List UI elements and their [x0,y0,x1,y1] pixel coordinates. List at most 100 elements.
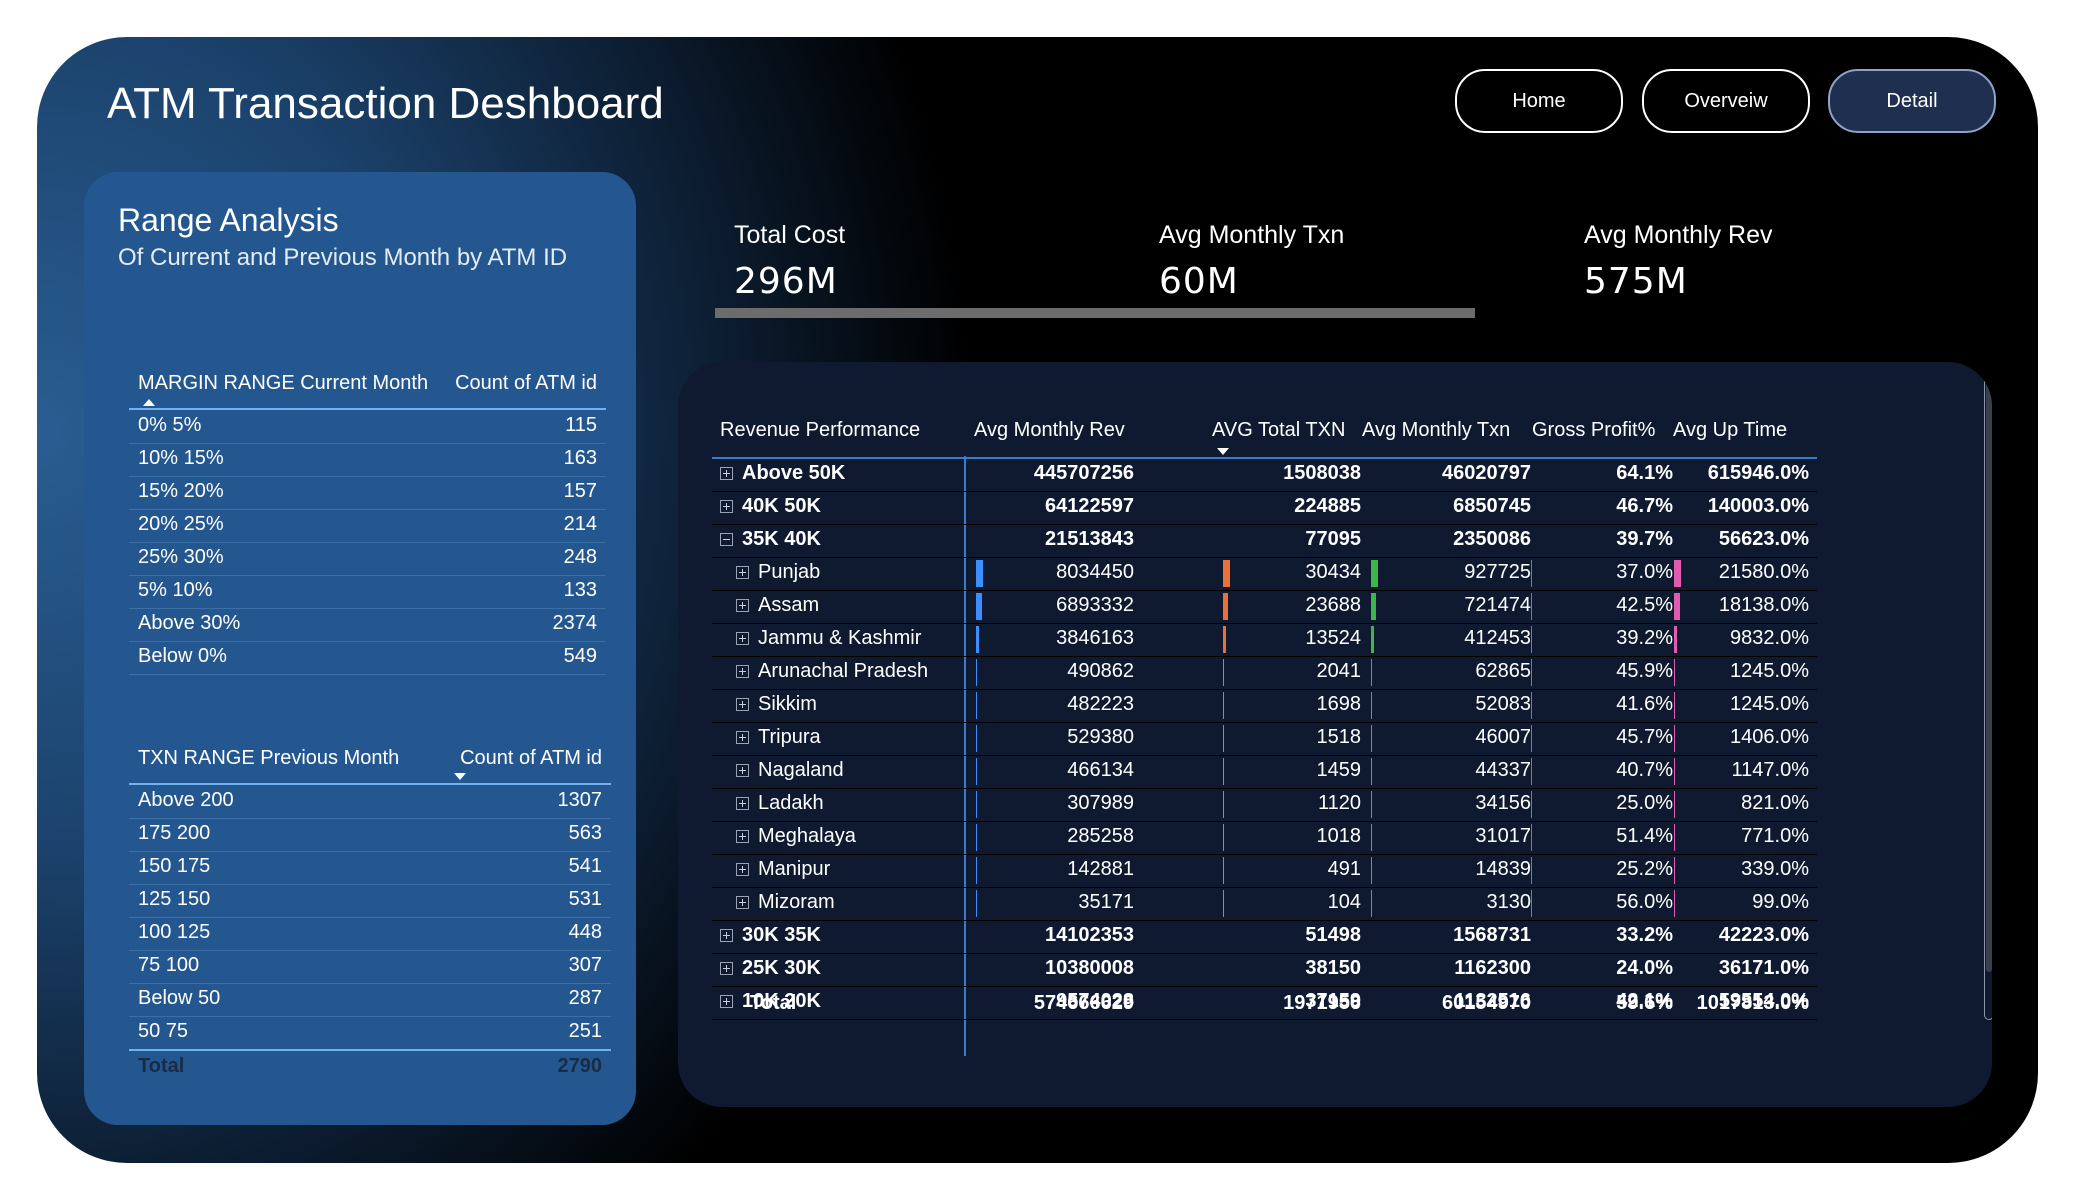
table-row[interactable]: 175 200 563 [129,818,611,852]
expand-icon[interactable] [736,896,749,909]
cell-avg-up-time: 99.0% [1752,891,1809,913]
matrix-group-row[interactable]: 30K 35K 14102353 51498 1568731 33.2% 42223.0% [712,920,1817,954]
row-label: 35K 40K [742,528,821,550]
table-row[interactable]: 5% 10% 133 [129,575,606,609]
matrix-child-row[interactable]: Mizoram 35171 104 3130 56.0% 99.0% [712,887,1817,921]
col-avg-total-txn[interactable]: AVG Total TXN [1212,419,1345,442]
expand-icon[interactable] [736,599,749,612]
matrix-group-row[interactable]: 35K 40K 21513843 77095 2350086 39.7% 56623.0% [712,524,1817,558]
data-bar [1531,593,1532,620]
matrix-child-row[interactable]: Arunachal Pradesh 490862 2041 62865 45.9% 124… [712,656,1817,690]
overview-button[interactable]: Overveiw [1642,69,1810,133]
table-row[interactable]: Below 50 287 [129,983,611,1017]
expand-icon[interactable] [720,500,733,513]
row-label: Manipur [758,858,831,880]
txn-col-header[interactable]: TXN RANGE Previous Month [138,747,399,770]
matrix-group-row[interactable]: 10K 20K 9574028 37159 1132516 42.1% 59554.0% [712,986,1817,1020]
table-row[interactable]: 20% 25% 214 [129,509,606,543]
matrix-scrollbar-thumb[interactable] [1986,382,1992,972]
col-gross-profit[interactable]: Gross Profit% [1532,419,1655,442]
row-label: Punjab [758,561,821,583]
matrix-child-row[interactable]: Jammu & Kashmir 3846163 13524 412453 39.2% 98… [712,623,1817,657]
expand-icon[interactable] [736,698,749,711]
table-row[interactable]: 0% 5% 115 [129,410,606,444]
expand-icon[interactable] [736,665,749,678]
table-row[interactable]: 75 100 307 [129,950,611,984]
margin-table-header: MARGIN RANGE Current Month Count of ATM … [129,364,606,410]
matrix-group-row[interactable]: 25K 30K 10380008 38150 1162300 24.0% 36171.0% [712,953,1817,987]
data-bar [1223,758,1224,785]
sort-ascending-icon [143,399,155,406]
txn-count-header[interactable]: Count of ATM id [460,747,602,770]
row-label: 25K 30K [742,957,821,979]
table-row[interactable]: 150 175 541 [129,851,611,885]
total-count: 2790 [557,1055,603,1077]
data-bar [1674,824,1675,851]
range-label: 100 125 [138,921,211,943]
expand-icon[interactable] [736,632,749,645]
col-avg-up-time[interactable]: Avg Up Time [1673,419,1787,442]
expand-icon[interactable] [736,764,749,777]
table-row[interactable]: 15% 20% 157 [129,476,606,510]
data-bar [1371,560,1378,587]
matrix-child-row[interactable]: Assam 6893332 23688 721474 42.5% 18138.0% [712,590,1817,624]
cell-avg-monthly-txn: 46007 [1475,726,1531,748]
revenue-performance-matrix: Revenue Performance Avg Monthly Rev AVG … [678,362,1992,1107]
data-bar [1674,758,1675,785]
data-bar [1223,791,1224,818]
table-row[interactable]: 25% 30% 248 [129,542,606,576]
cell-avg-monthly-rev: 9574028 [1056,990,1134,1012]
range-label: Below 50 [138,987,221,1009]
table-row[interactable]: 125 150 531 [129,884,611,918]
cell-gross-profit: 64.1% [1616,462,1673,484]
matrix-group-row[interactable]: 40K 50K 64122597 224885 6850745 46.7% 140003.… [712,491,1817,525]
cell-avg-monthly-txn: 412453 [1464,627,1531,649]
matrix-child-row[interactable]: Tripura 529380 1518 46007 45.7% 1406.0% [712,722,1817,756]
margin-count-header[interactable]: Count of ATM id [455,372,597,395]
table-row[interactable]: Below 0% 549 [129,641,606,675]
collapse-icon[interactable] [720,533,733,546]
expand-icon[interactable] [736,566,749,579]
data-bar [1371,659,1372,686]
matrix-child-row[interactable]: Meghalaya 285258 1018 31017 51.4% 771.0% [712,821,1817,855]
matrix-child-row[interactable]: Sikkim 482223 1698 52083 41.6% 1245.0% [712,689,1817,723]
detail-button[interactable]: Detail [1828,69,1996,133]
cell-avg-monthly-txn: 62865 [1475,660,1531,682]
cell-avg-monthly-rev: 490862 [1067,660,1134,682]
expand-icon[interactable] [720,467,733,480]
cell-avg-up-time: 1245.0% [1730,693,1809,715]
table-row[interactable]: Above 30% 2374 [129,608,606,642]
data-bar [1371,791,1372,818]
table-row[interactable]: Above 200 1307 [129,785,611,819]
matrix-child-row[interactable]: Nagaland 466134 1459 44337 40.7% 1147.0% [712,755,1817,789]
cell-avg-monthly-txn: 44337 [1475,759,1531,781]
table-row[interactable]: 50 75 251 [129,1016,611,1050]
col-avg-monthly-txn[interactable]: Avg Monthly Txn [1362,419,1510,442]
home-button[interactable]: Home [1455,69,1623,133]
cell-avg-monthly-txn: 721474 [1464,594,1531,616]
cell-avg-monthly-rev: 10380008 [1045,957,1134,979]
row-label: Jammu & Kashmir [758,627,922,649]
data-bar [976,791,977,818]
col-revenue-performance[interactable]: Revenue Performance [720,419,920,442]
expand-icon[interactable] [720,962,733,975]
matrix-child-row[interactable]: Manipur 142881 491 14839 25.2% 339.0% [712,854,1817,888]
matrix-child-row[interactable]: Punjab 8034450 30434 927725 37.0% 21580.0% [712,557,1817,591]
table-row[interactable]: 100 125 448 [129,917,611,951]
matrix-child-row[interactable]: Ladakh 307989 1120 34156 25.0% 821.0% [712,788,1817,822]
expand-icon[interactable] [736,797,749,810]
data-bar [1531,824,1532,851]
expand-icon[interactable] [736,863,749,876]
data-bar [1371,725,1372,752]
expand-icon[interactable] [736,830,749,843]
col-avg-monthly-rev[interactable]: Avg Monthly Rev [974,419,1125,442]
range-label: 50 75 [138,1020,189,1042]
table-row[interactable]: 10% 15% 163 [129,443,606,477]
margin-col-header[interactable]: MARGIN RANGE Current Month [138,372,428,395]
matrix-group-row[interactable]: Above 50K 445707256 1508038 46020797 64.1% 61… [712,458,1817,492]
data-bar [1371,593,1376,620]
expand-icon[interactable] [720,929,733,942]
range-count: 157 [563,480,597,502]
expand-icon[interactable] [720,995,733,1008]
expand-icon[interactable] [736,731,749,744]
